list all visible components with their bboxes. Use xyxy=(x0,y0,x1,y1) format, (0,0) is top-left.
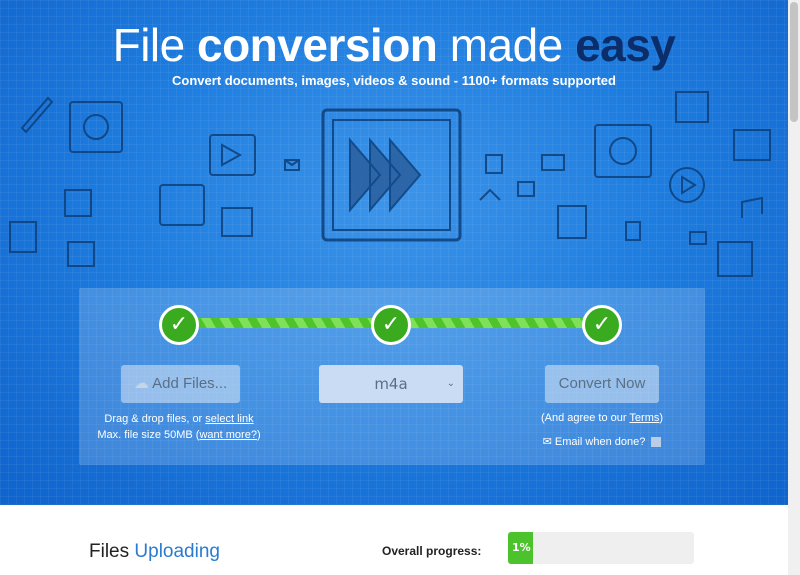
add-files-button[interactable]: ☁ Add Files... xyxy=(121,365,240,403)
add-files-note: Drag & drop files, or select link Max. f… xyxy=(97,413,261,441)
file-icon xyxy=(485,154,503,174)
file-icon-4 xyxy=(689,231,707,245)
hero-banner: File conversion made easy Convert docume… xyxy=(0,0,788,505)
refresh-icon xyxy=(594,124,652,178)
terms-note: (And agree to our Terms) xyxy=(540,412,664,424)
refresh-file-icon xyxy=(69,101,123,153)
scrollbar-thumb[interactable] xyxy=(790,2,798,122)
folder-icon xyxy=(541,154,565,171)
step2-check-icon: ✓ xyxy=(371,305,411,345)
chevron-down-icon: ⌄ xyxy=(446,378,455,389)
film-icon xyxy=(159,184,205,226)
email-checkbox[interactable] xyxy=(651,437,662,448)
image-icon xyxy=(67,241,95,267)
terms-link[interactable]: Terms xyxy=(629,412,659,424)
music-icon xyxy=(741,196,763,218)
want-more-link[interactable]: want more? xyxy=(199,429,256,441)
file-icon-2 xyxy=(517,181,535,197)
progress-fill: 1% xyxy=(508,532,533,564)
convert-now-button[interactable]: Convert Now xyxy=(545,365,659,403)
overall-progress-bar: 1% xyxy=(508,532,694,564)
video-file-icon xyxy=(209,134,256,176)
pdf-icon xyxy=(64,189,92,217)
scrollbar[interactable] xyxy=(788,0,800,575)
step3-check-icon: ✓ xyxy=(582,305,622,345)
conversion-steps-panel: ✓ ✓ ✓ ☁ Add Files... Drag & drop files, … xyxy=(79,288,705,465)
file-icons-illustration xyxy=(9,91,771,277)
music-note-icon xyxy=(479,188,501,201)
envelope-icon: ✉ xyxy=(542,436,552,448)
clipboard-icon xyxy=(557,205,587,239)
overall-progress-label: Overall progress: xyxy=(382,544,482,558)
file-icon-3 xyxy=(625,221,641,241)
video-icon xyxy=(733,129,771,161)
main-convert-icon xyxy=(321,108,462,242)
step1-check-icon: ✓ xyxy=(159,305,199,345)
mail-icon xyxy=(284,159,300,171)
images-icon xyxy=(675,91,709,123)
format-select[interactable]: m4a ⌄ xyxy=(319,365,463,403)
pencil-icon xyxy=(20,96,54,134)
email-option: ✉ Email when done? xyxy=(509,434,695,450)
doc-icon xyxy=(9,221,37,253)
document-icon xyxy=(221,207,253,237)
clipboard-icon-2 xyxy=(717,241,753,277)
play-icon xyxy=(669,167,705,203)
select-link[interactable]: select link xyxy=(205,413,253,425)
cloud-upload-icon: ☁ xyxy=(133,375,149,392)
files-uploading-heading: Files Uploading xyxy=(89,541,220,562)
